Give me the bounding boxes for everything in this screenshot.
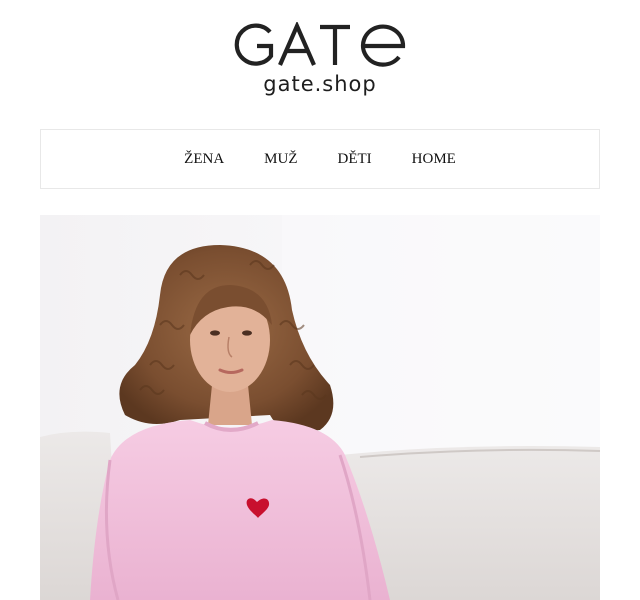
brand-domain: gate.shop (263, 72, 377, 96)
nav-item-home[interactable]: HOME (392, 151, 476, 168)
nav-item-deti[interactable]: DĚTI (318, 151, 392, 168)
brand-logo[interactable]: gate.shop (0, 22, 640, 96)
gate-logo-icon (234, 22, 406, 67)
main-nav: ŽENA MUŽ DĚTI HOME (40, 129, 600, 189)
hero-photo-illustration (40, 215, 600, 600)
hero-image[interactable] (40, 215, 600, 600)
nav-item-muz[interactable]: MUŽ (244, 151, 317, 168)
email-header: gate.shop (0, 0, 640, 129)
nav-item-zena[interactable]: ŽENA (164, 151, 244, 168)
